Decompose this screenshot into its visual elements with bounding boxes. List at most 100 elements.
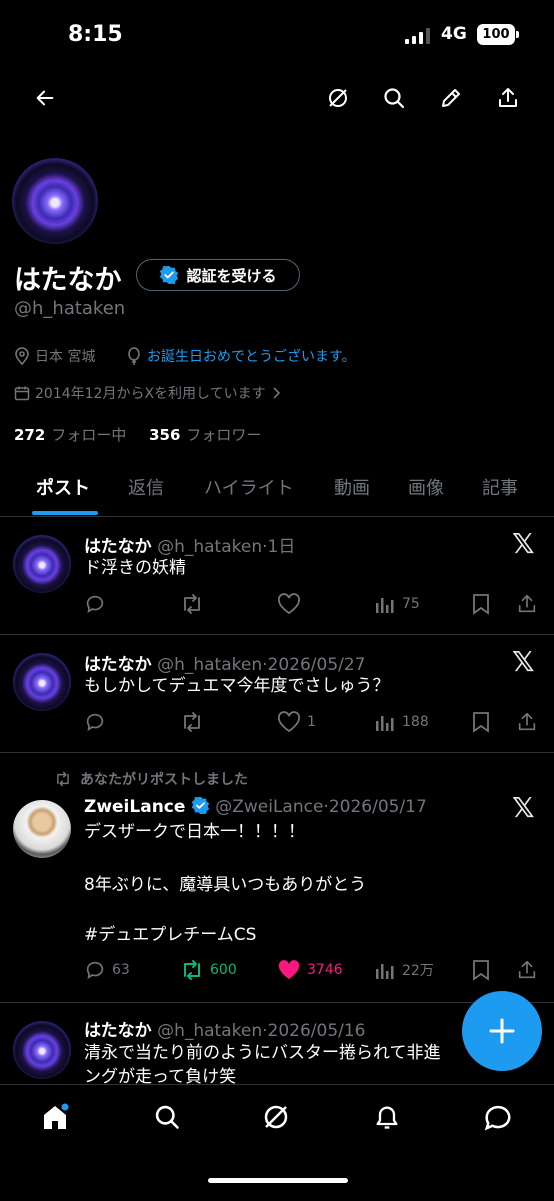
verify-button[interactable]: 認証を受ける [136, 259, 300, 291]
share-icon[interactable] [492, 82, 524, 114]
nav-grok[interactable] [259, 1100, 293, 1134]
tab-posts[interactable]: ポスト [36, 474, 90, 500]
verify-label: 認証を受ける [186, 266, 277, 285]
follow-stats: 272 フォロー中 356 フォロワー [14, 424, 261, 445]
post-text: もしかしてデュエマ今年度でさしゅう？ [84, 676, 390, 696]
joined-text: 2014年12月からXを利用しています [35, 386, 266, 402]
reply-button[interactable] [84, 593, 106, 615]
followers-label: フォロワー [186, 426, 262, 444]
tab-replies[interactable]: 返信 [128, 474, 164, 500]
post-author-name[interactable]: はたなか [84, 537, 152, 557]
reply-button[interactable] [84, 711, 106, 733]
views-count: 75 [402, 596, 420, 612]
nav-search[interactable] [150, 1100, 184, 1134]
post-text-line-1: 清永で当たり前のようにバスター捲られて非進 [84, 1043, 441, 1063]
post-1[interactable]: はたなか @h_hataken·1日 𝕏 ド浮きの妖精 75 [0, 517, 554, 634]
post-date[interactable]: 1日 [268, 537, 296, 557]
x-logo-icon[interactable]: 𝕏 [512, 791, 535, 824]
tab-highlights[interactable]: ハイライト [204, 474, 294, 500]
plus-icon [488, 1017, 516, 1045]
post-text-line-2: ングが走って負け笑 [84, 1067, 237, 1084]
post-date[interactable]: 2026/05/16 [268, 1021, 366, 1041]
post-3[interactable]: あなたがリポストしました ZweiLance @ZweiLance·2026/0… [0, 753, 554, 1001]
compose-button[interactable] [462, 991, 542, 1071]
birthday-text[interactable]: お誕生日おめでとうございます。 [147, 346, 356, 366]
grok-icon [261, 1102, 291, 1132]
profile-name: はたなか [14, 265, 122, 296]
nav-messages[interactable] [481, 1100, 515, 1134]
bookmark-button[interactable] [471, 593, 491, 615]
post-author-handle[interactable]: @h_hataken [157, 1021, 262, 1041]
post-author-handle[interactable]: @h_hataken [157, 537, 262, 557]
status-time: 8:15 [68, 22, 123, 47]
x-logo-icon[interactable]: 𝕏 [512, 645, 535, 678]
chart-bars-icon [374, 593, 396, 615]
profile-joined[interactable]: 2014年12月からXを利用しています [14, 383, 281, 403]
views-button[interactable]: 188 [374, 711, 429, 733]
post-avatar[interactable] [13, 535, 71, 593]
views-count: 188 [402, 714, 429, 730]
heart-icon [277, 711, 301, 733]
nav-notifications[interactable] [370, 1100, 404, 1134]
bell-icon [373, 1103, 401, 1131]
like-button[interactable] [277, 593, 301, 615]
profile-handle: @h_hataken [14, 298, 126, 319]
repost-button[interactable] [180, 593, 204, 615]
profile-location: 日本 宮城 [14, 346, 95, 366]
post-share-button[interactable] [516, 593, 538, 615]
grok-icon[interactable] [322, 82, 354, 114]
post-avatar[interactable] [13, 800, 71, 858]
following-link[interactable]: 272 フォロー中 [14, 426, 126, 444]
x-logo-icon[interactable]: 𝕏 [512, 527, 535, 560]
bookmark-button[interactable] [471, 711, 491, 733]
verified-badge-icon [159, 265, 179, 285]
reply-button[interactable]: 63 [84, 959, 130, 981]
post-share-button[interactable] [516, 711, 538, 733]
nav-home[interactable] [38, 1100, 72, 1134]
balloon-icon [126, 347, 142, 365]
profile-birthday: お誕生日おめでとうございます。 [126, 346, 356, 366]
edit-icon[interactable] [435, 82, 467, 114]
like-button[interactable]: 3746 [277, 959, 343, 981]
reply-count: 63 [112, 962, 130, 978]
following-count: 272 [14, 426, 46, 444]
post-author-handle[interactable]: @h_hataken [157, 655, 262, 675]
post-avatar[interactable] [13, 1021, 71, 1079]
bookmark-button[interactable] [471, 959, 491, 981]
post-author-name[interactable]: ZweiLance [84, 797, 185, 817]
followers-count: 356 [149, 426, 181, 444]
repost-button[interactable]: 600 [180, 959, 237, 981]
post-share-button[interactable] [516, 959, 538, 981]
post-author-name[interactable]: はたなか [84, 655, 152, 675]
post-text: ド浮きの妖精 [84, 558, 186, 578]
signal-icon [405, 28, 433, 44]
views-button[interactable]: 75 [374, 593, 420, 615]
post-hashtag[interactable]: #デュエプレチームCS [84, 923, 256, 948]
post-avatar[interactable] [13, 653, 71, 711]
post-author-name[interactable]: はたなか [84, 1021, 152, 1041]
post-author-handle[interactable]: @ZweiLance [215, 797, 323, 817]
like-count: 1 [307, 714, 316, 730]
views-button[interactable]: 22万 [374, 959, 434, 981]
repost-context: あなたがリポストしました [54, 769, 248, 789]
like-button[interactable]: 1 [277, 711, 316, 733]
heart-filled-icon [277, 959, 301, 981]
tab-videos[interactable]: 動画 [334, 474, 370, 500]
chat-bubble-icon [483, 1102, 513, 1132]
tab-articles[interactable]: 記事 [482, 474, 518, 500]
like-count: 3746 [307, 962, 343, 978]
home-indicator [208, 1178, 348, 1183]
back-arrow-icon[interactable] [29, 82, 61, 114]
post-2[interactable]: はたなか @h_hataken·2026/05/27 𝕏 もしかしてデュエマ今年… [0, 635, 554, 752]
location-text: 日本 宮城 [35, 349, 96, 365]
followers-link[interactable]: 356 フォロワー [149, 426, 261, 444]
profile-avatar[interactable] [12, 158, 98, 244]
share-icon [516, 959, 538, 981]
repost-icon [180, 959, 204, 981]
profile-tabs: ポスト 返信 ハイライト 動画 画像 記事 [0, 468, 554, 514]
post-date[interactable]: 2026/05/17 [329, 797, 427, 817]
tab-images[interactable]: 画像 [408, 474, 444, 500]
repost-button[interactable] [180, 711, 204, 733]
post-date[interactable]: 2026/05/27 [268, 655, 366, 675]
search-icon[interactable] [378, 82, 410, 114]
